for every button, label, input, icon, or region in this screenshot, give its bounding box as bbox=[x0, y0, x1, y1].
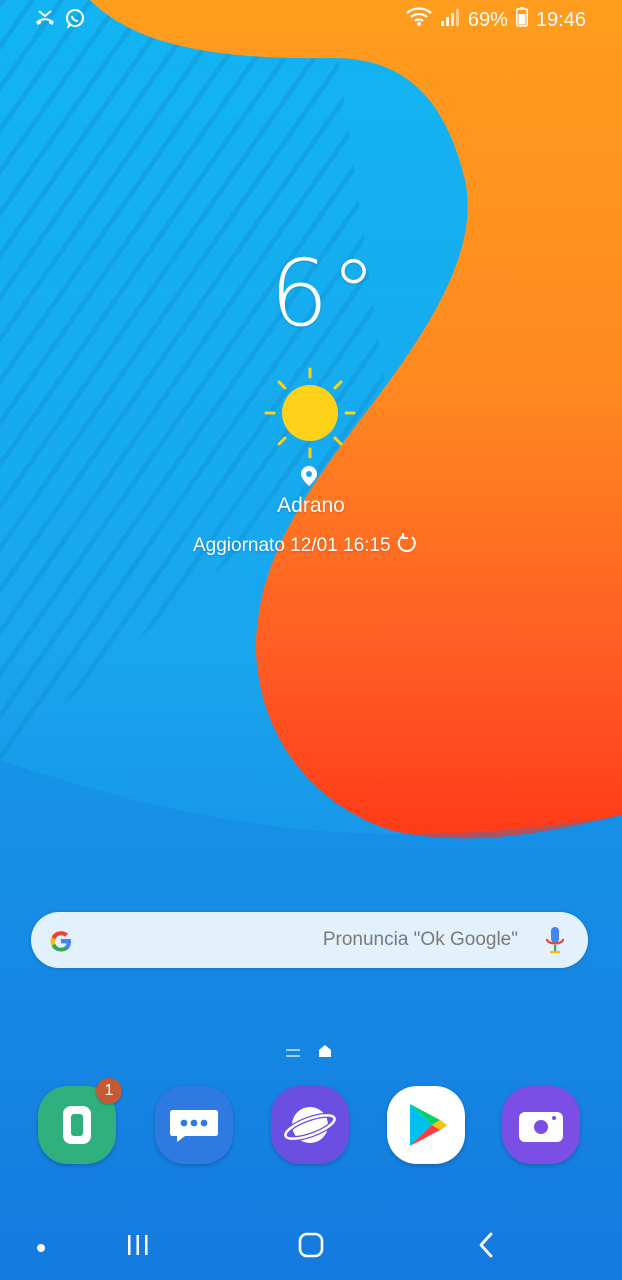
messages-icon bbox=[170, 1110, 218, 1142]
play-store-icon bbox=[410, 1104, 447, 1146]
home-page-icon bbox=[318, 1044, 332, 1063]
camera-icon bbox=[519, 1112, 563, 1142]
google-search-bar[interactable]: Pronuncia "Ok Google" bbox=[31, 912, 588, 968]
status-bar: 69% 19:46 bbox=[0, 0, 622, 40]
internet-icon bbox=[282, 1107, 338, 1143]
missed-call-icon bbox=[34, 8, 56, 36]
weather-updated-row: Aggiornato 12/01 16:15 bbox=[193, 533, 417, 558]
updated-time: Aggiornato 12/01 16:15 bbox=[193, 534, 391, 556]
messages-app[interactable] bbox=[155, 1086, 233, 1164]
page-indicator[interactable] bbox=[286, 1044, 332, 1063]
temperature: 6° bbox=[270, 240, 379, 347]
sun-icon bbox=[262, 365, 358, 466]
battery-percent: 69% bbox=[467, 8, 508, 31]
clock: 19:46 bbox=[535, 8, 586, 31]
navigation-bar bbox=[0, 1210, 622, 1280]
notification-badge: 1 bbox=[96, 1078, 122, 1104]
screen-recorder-app[interactable] bbox=[502, 1086, 580, 1164]
refresh-icon[interactable] bbox=[397, 533, 417, 558]
app-dock: 1 bbox=[0, 1078, 622, 1166]
recents-icon[interactable] bbox=[125, 1234, 151, 1261]
home-button-icon[interactable] bbox=[298, 1232, 324, 1263]
status-right-icons: 69% 19:46 bbox=[406, 7, 586, 33]
nav-dot-icon[interactable] bbox=[36, 1240, 46, 1258]
back-icon[interactable] bbox=[476, 1232, 498, 1263]
internet-app[interactable] bbox=[271, 1086, 349, 1164]
search-placeholder: Pronuncia "Ok Google" bbox=[322, 929, 518, 950]
status-left-icons bbox=[34, 8, 86, 36]
location-pin-icon bbox=[301, 466, 317, 491]
location-name: Adrano bbox=[277, 494, 345, 517]
battery-icon bbox=[515, 7, 528, 33]
whatsapp-icon bbox=[64, 8, 86, 36]
mic-icon[interactable] bbox=[544, 926, 566, 961]
wifi-icon bbox=[406, 7, 432, 33]
play-store-app[interactable] bbox=[387, 1086, 465, 1164]
home-screen: 69% 19:46 6° Adrano Aggiornato 12/01 16:… bbox=[0, 0, 622, 1280]
phone-app[interactable]: 1 bbox=[38, 1078, 122, 1164]
menu-lines-icon bbox=[286, 1045, 300, 1063]
google-icon bbox=[47, 927, 75, 960]
signal-icon bbox=[440, 7, 460, 33]
